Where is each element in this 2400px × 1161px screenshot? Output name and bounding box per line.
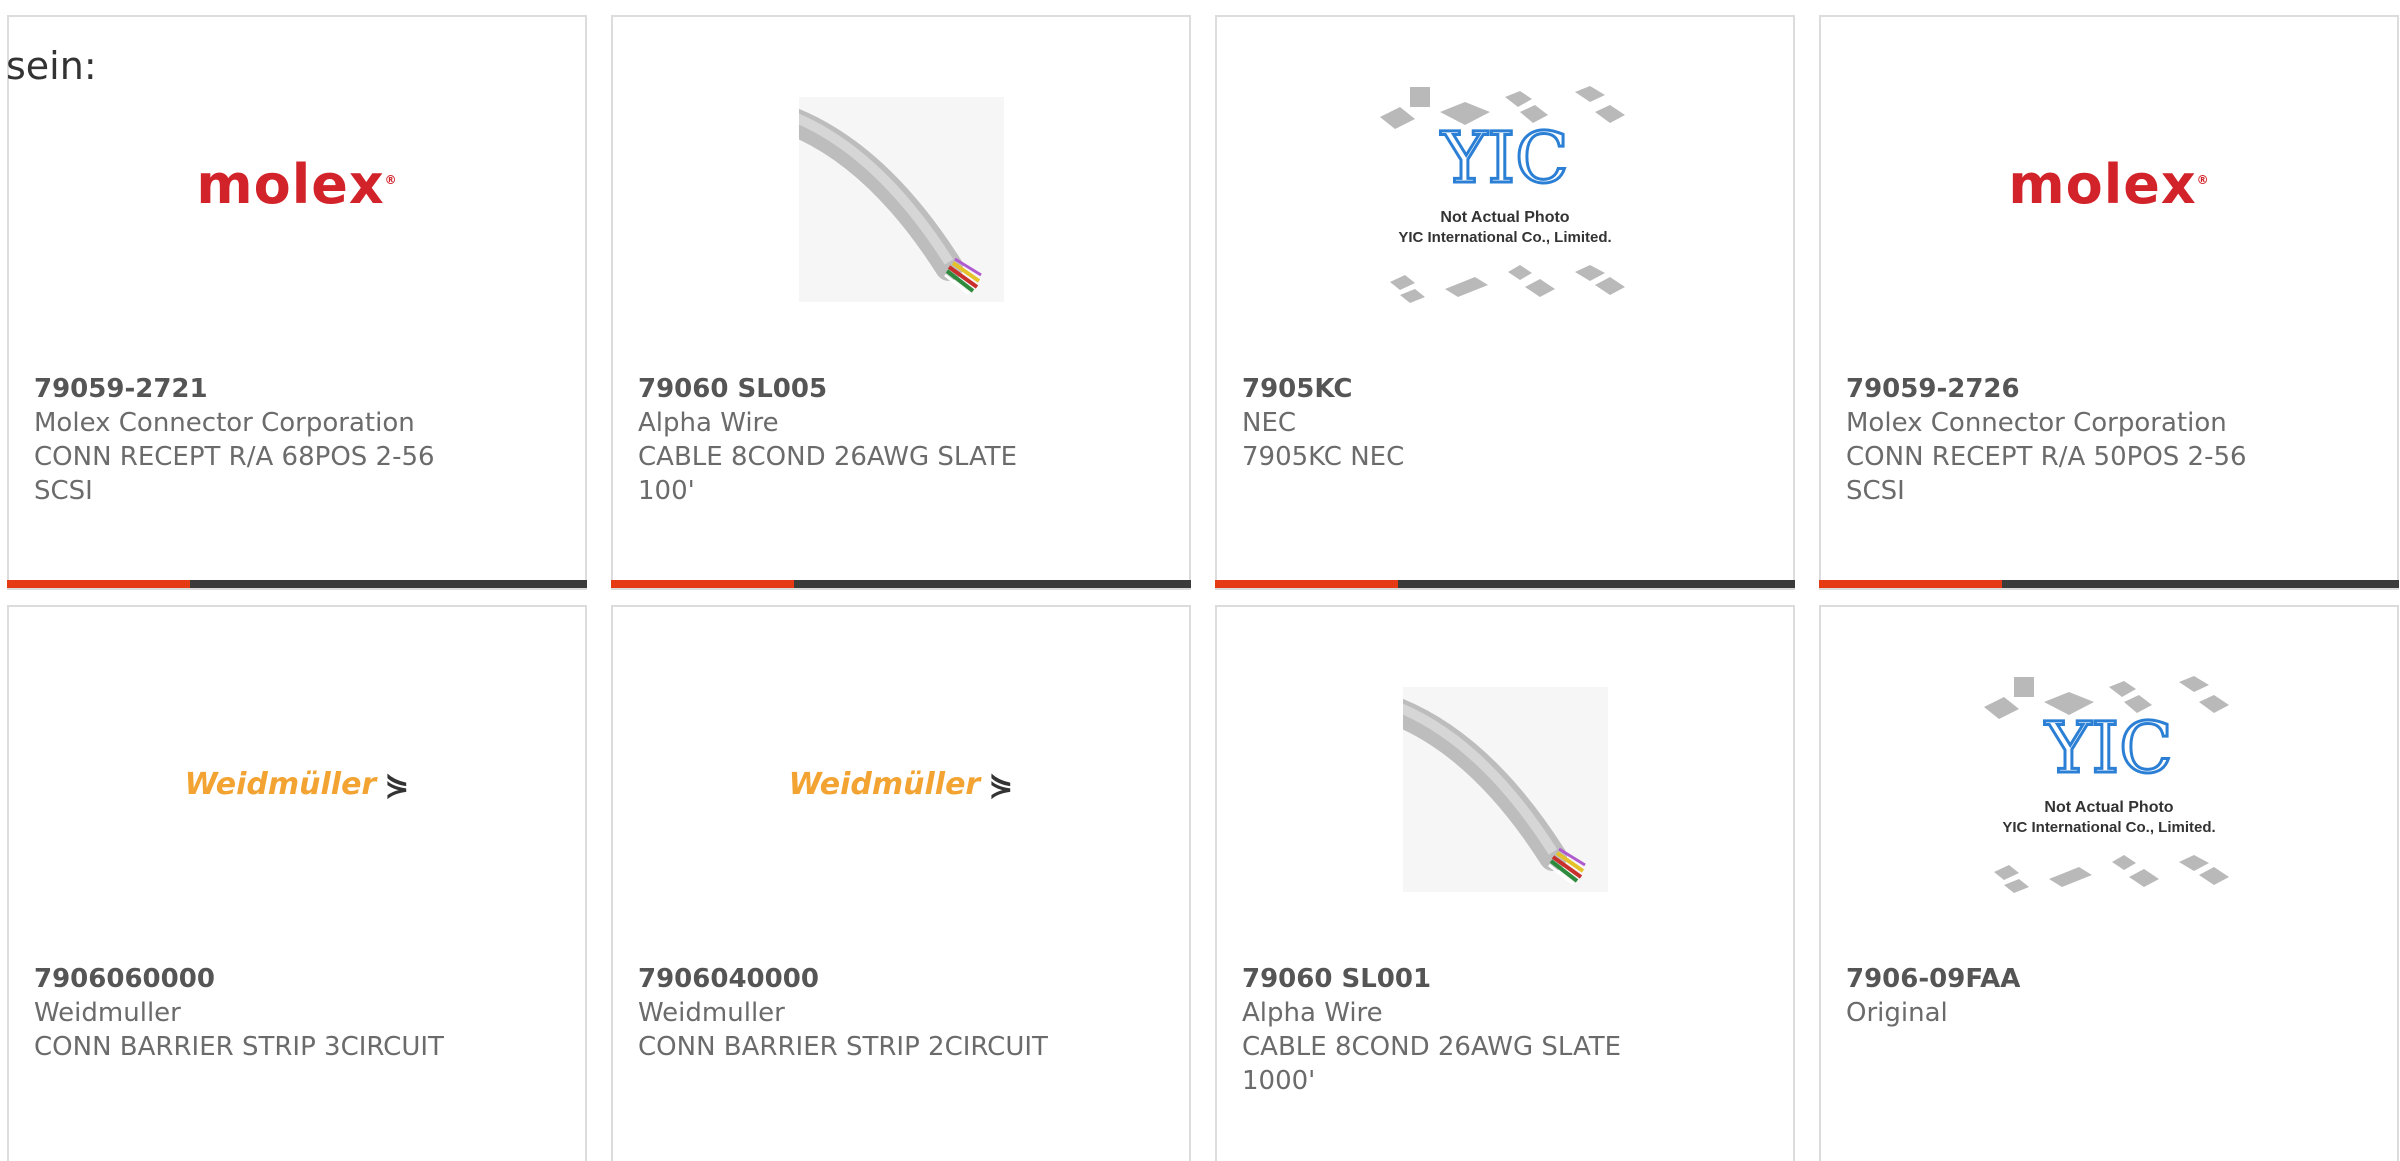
svg-text:YIC International Co., Limited: YIC International Co., Limited. [1398,229,1611,246]
manufacturer-name: Alpha Wire [1242,998,1383,1028]
product-description: CABLE 8COND 26AWG SLATE 1000' [1242,1032,1622,1096]
yic-placeholder-image: YIC Not Actual Photo YIC International C… [1974,667,2244,912]
svg-text:Not Actual Photo: Not Actual Photo [2044,799,2173,816]
product-description: CONN BARRIER STRIP 2CIRCUIT [638,1032,1048,1062]
manufacturer-name: Molex Connector Corporation [1846,408,2227,438]
product-card[interactable]: molex® 79059-2721 Molex Connector Corpor… [7,15,587,590]
product-card[interactable]: 79060 SL001 Alpha Wire CABLE 8COND 26AWG… [1215,605,1795,1161]
product-image[interactable]: molex® [1821,77,2397,322]
product-image[interactable] [613,77,1189,322]
manufacturer-name: Original [1846,998,1948,1028]
product-grid-page: sein: molex® 79059-2721 Molex Connector … [0,0,2400,1161]
product-image[interactable]: Weidmüller ⋟ [9,667,585,912]
part-number-link[interactable]: 7906040000 [638,962,1164,996]
product-card[interactable]: YIC Not Actual Photo YIC International C… [1215,15,1795,590]
molex-logo: molex® [196,153,398,216]
yic-placeholder-image: YIC Not Actual Photo YIC International C… [1370,77,1640,322]
part-number-link[interactable]: 79059-2721 [34,372,560,406]
part-number-link[interactable]: 79060 SL005 [638,372,1164,406]
svg-text:YIC: YIC [2044,707,2172,789]
product-image[interactable]: Weidmüller ⋟ [613,667,1189,912]
product-card[interactable]: 79060 SL005 Alpha Wire CABLE 8COND 26AWG… [611,15,1191,590]
product-card[interactable]: molex® 79059-2726 Molex Connector Corpor… [1819,15,2399,590]
product-image[interactable]: YIC Not Actual Photo YIC International C… [1821,667,2397,912]
product-description: 7905KC NEC [1242,442,1405,472]
card-accent-bar [7,580,587,588]
part-number-link[interactable]: 7906-09FAA [1846,962,2372,996]
svg-text:Not Actual Photo: Not Actual Photo [1440,209,1569,226]
product-description: CONN RECEPT R/A 68POS 2-56 SCSI [34,442,435,506]
weidmuller-logo: Weidmüller ⋟ [184,767,410,802]
svg-text:YIC: YIC [1440,117,1568,199]
product-grid: molex® 79059-2721 Molex Connector Corpor… [0,0,2400,1161]
manufacturer-name: Molex Connector Corporation [34,408,415,438]
product-card[interactable]: Weidmüller ⋟ 7906060000 Weidmuller CONN B… [7,605,587,1161]
manufacturer-name: Weidmuller [34,998,181,1028]
part-number-link[interactable]: 7905KC [1242,372,1768,406]
product-image[interactable] [1217,667,1793,912]
card-accent-bar [1819,580,2399,588]
prefix-text: sein: [6,44,97,88]
card-accent-bar [1215,580,1795,588]
molex-logo: molex® [2008,153,2210,216]
manufacturer-name: Weidmuller [638,998,785,1028]
product-card[interactable]: Weidmüller ⋟ 7906040000 Weidmuller CONN B… [611,605,1191,1161]
cable-photo [798,97,1004,302]
product-description: CONN RECEPT R/A 50POS 2-56 SCSI [1846,442,2247,506]
part-number-link[interactable]: 79060 SL001 [1242,962,1768,996]
svg-text:YIC International Co., Limited: YIC International Co., Limited. [2002,819,2215,836]
product-card[interactable]: YIC Not Actual Photo YIC International C… [1819,605,2399,1161]
product-description: CABLE 8COND 26AWG SLATE 100' [638,442,1018,506]
manufacturer-name: Alpha Wire [638,408,779,438]
product-description: CONN BARRIER STRIP 3CIRCUIT [34,1032,444,1062]
product-image[interactable]: YIC Not Actual Photo YIC International C… [1217,77,1793,322]
part-number-link[interactable]: 79059-2726 [1846,372,2372,406]
cable-photo [1402,687,1608,892]
product-image[interactable]: molex® [9,77,585,322]
card-accent-bar [611,580,1191,588]
part-number-link[interactable]: 7906060000 [34,962,560,996]
manufacturer-name: NEC [1242,408,1297,438]
weidmuller-logo: Weidmüller ⋟ [788,767,1014,802]
